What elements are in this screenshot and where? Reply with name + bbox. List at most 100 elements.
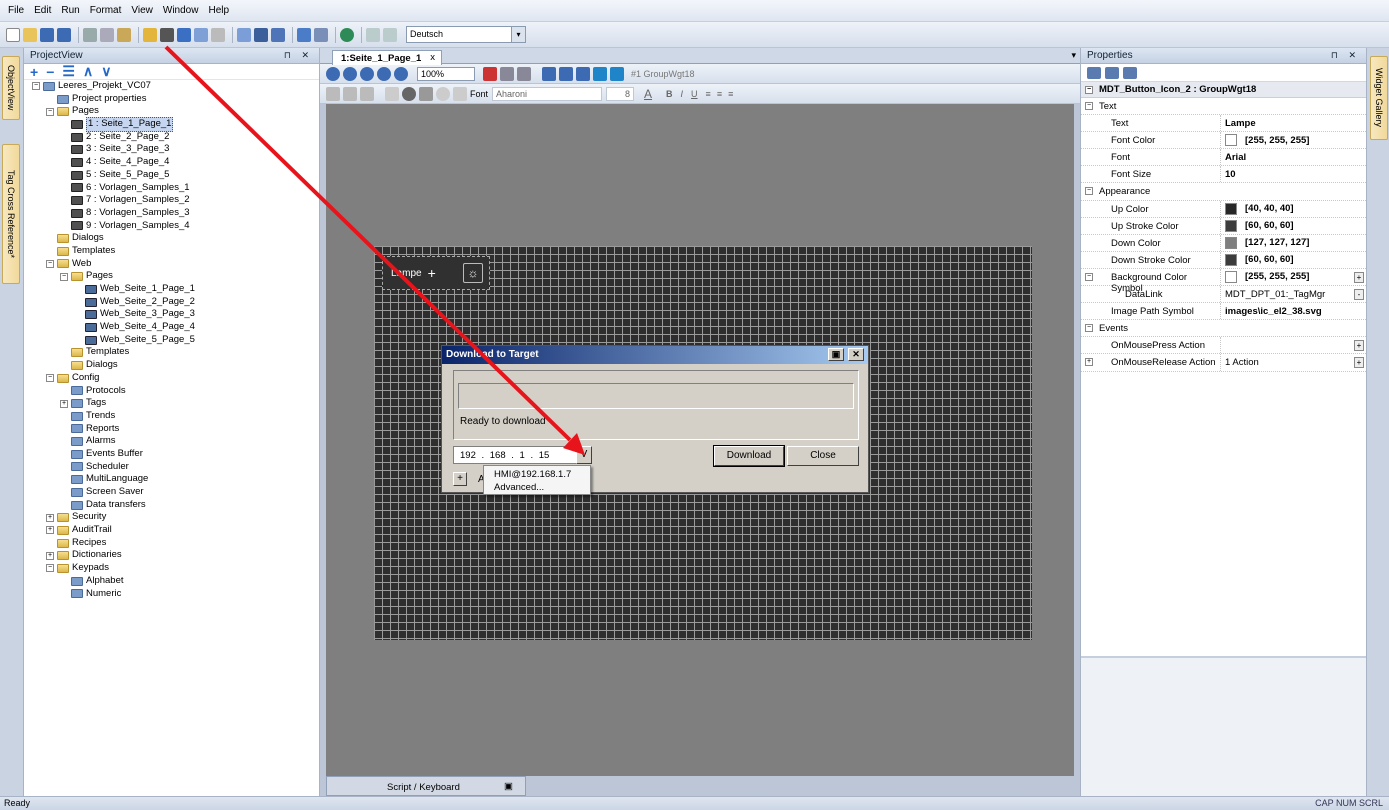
menu-item-hmi-target[interactable]: HMI@192.168.1.7 <box>484 468 590 481</box>
property-row[interactable]: Image Path Symbol images\ic_el2_38.svg <box>1081 303 1366 321</box>
objectview-side-tab[interactable]: ObjectView <box>2 56 20 120</box>
image-icon[interactable] <box>360 86 374 101</box>
no-icon[interactable] <box>436 86 450 101</box>
tree-item[interactable]: Screen Saver <box>24 486 319 499</box>
expand-icon[interactable]: + <box>46 551 54 560</box>
property-value[interactable]: + <box>1221 337 1366 353</box>
tree-item[interactable]: Web_Seite_2_Page_2 <box>24 296 319 309</box>
tree-item[interactable]: + Dictionaries <box>24 549 319 562</box>
collapse-icon[interactable]: − <box>46 564 54 573</box>
property-value[interactable]: [255, 255, 255] + <box>1221 269 1366 285</box>
tree-item[interactable]: Dialogs <box>24 232 319 245</box>
new-file-icon[interactable] <box>6 27 20 42</box>
collapse-icon[interactable]: − <box>32 82 40 91</box>
tree-item[interactable]: + Security <box>24 511 319 524</box>
paste-icon[interactable] <box>117 27 131 42</box>
float-icon[interactable]: ▣ <box>504 781 513 792</box>
tree-item[interactable]: Numeric <box>24 588 319 601</box>
property-value[interactable]: 1 Action + <box>1221 354 1366 370</box>
menu-file[interactable]: File <box>8 5 24 16</box>
property-value[interactable]: Arial <box>1221 149 1366 165</box>
property-value[interactable]: [60, 60, 60] <box>1221 218 1366 234</box>
tree-item[interactable]: Protocols <box>24 385 319 398</box>
tree-item[interactable]: 8 : Vorlagen_Samples_3 <box>24 207 319 220</box>
property-value[interactable]: [255, 255, 255] <box>1221 132 1366 148</box>
download-button[interactable]: Download <box>713 445 785 467</box>
save-icon[interactable] <box>40 27 54 42</box>
expand-icon[interactable]: + <box>60 399 68 408</box>
tree-item[interactable]: Alphabet <box>24 575 319 588</box>
grid-icon[interactable] <box>237 27 251 42</box>
tree-item[interactable]: Templates <box>24 346 319 359</box>
zoom-in-icon[interactable] <box>326 66 340 81</box>
pen-icon[interactable] <box>160 27 174 42</box>
property-action-button[interactable]: - <box>1354 289 1364 301</box>
frame-icon[interactable] <box>326 86 340 101</box>
menu-item-advanced[interactable]: Advanced... <box>484 481 590 494</box>
stop-icon[interactable] <box>211 27 225 42</box>
picture-icon[interactable] <box>419 86 433 101</box>
align-right-icon[interactable]: ≡ <box>728 89 733 99</box>
project-tool-1[interactable]: − <box>46 64 54 80</box>
play-icon[interactable] <box>194 27 208 42</box>
tree-item[interactable]: 3 : Seite_3_Page_3 <box>24 143 319 156</box>
property-row[interactable]: Background Color Symbol − [255, 255, 255] + <box>1081 268 1366 294</box>
property-action-button[interactable]: + <box>1354 271 1364 283</box>
property-row[interactable]: Font Size 10 <box>1081 166 1366 184</box>
chevron-down-icon[interactable]: ▾ <box>511 27 525 42</box>
help-icon[interactable] <box>297 27 311 42</box>
cut-icon[interactable] <box>83 27 97 42</box>
language-select[interactable]: Deutsch ▾ <box>406 26 526 43</box>
close-icon[interactable]: x <box>430 52 435 63</box>
zoom-fit-icon[interactable] <box>360 66 374 81</box>
group-icon[interactable] <box>542 66 556 81</box>
tree-item[interactable]: − Config <box>24 372 319 385</box>
layer-icon[interactable] <box>254 27 268 42</box>
property-value[interactable]: MDT_DPT_01:_TagMgr - <box>1221 286 1366 302</box>
tree-item[interactable]: − Keypads <box>24 562 319 575</box>
widget-gallery-side-tab[interactable]: Widget Gallery <box>1370 56 1388 140</box>
collapse-icon[interactable]: − <box>1085 85 1093 94</box>
open-folder-icon[interactable] <box>23 27 37 42</box>
tab-list-chevron-icon[interactable]: ▾ <box>1071 50 1076 61</box>
events-icon[interactable] <box>1123 66 1137 79</box>
delete-icon[interactable] <box>483 66 497 81</box>
property-category[interactable]: Text − <box>1081 98 1366 116</box>
property-row[interactable]: Up Stroke Color [60, 60, 60] <box>1081 217 1366 235</box>
tree-item[interactable]: Trends <box>24 410 319 423</box>
tree-item[interactable]: Reports <box>24 423 319 436</box>
tree-item[interactable]: 2 : Seite_2_Page_2 <box>24 131 319 144</box>
tree-item[interactable]: − Web <box>24 258 319 271</box>
menu-window[interactable]: Window <box>163 5 199 16</box>
tree-item[interactable]: Alarms <box>24 435 319 448</box>
tree-item[interactable]: Templates <box>24 245 319 258</box>
save-all-icon[interactable] <box>57 27 71 42</box>
send-back-icon[interactable] <box>610 66 624 81</box>
menu-run[interactable]: Run <box>61 5 79 16</box>
align-center-icon[interactable]: ≡ <box>717 89 722 99</box>
italic-icon[interactable]: I <box>681 89 684 99</box>
zoom-window-icon[interactable] <box>394 66 408 81</box>
close-button[interactable]: Close <box>787 446 859 466</box>
property-row[interactable]: Down Color [127, 127, 127] <box>1081 234 1366 252</box>
advanced-expand-button[interactable]: + <box>453 472 467 486</box>
font-size-select[interactable]: 8 <box>606 86 635 101</box>
property-row[interactable]: Font Color [255, 255, 255] <box>1081 132 1366 150</box>
close-icon[interactable]: ✕ <box>848 348 864 361</box>
tree-item[interactable]: Events Buffer <box>24 448 319 461</box>
ip-address-input[interactable]: 192 . 168 . 1 . 15 <box>453 446 577 464</box>
property-row[interactable]: DataLink MDT_DPT_01:_TagMgr - <box>1081 286 1366 304</box>
property-category[interactable]: Appearance − <box>1081 183 1366 201</box>
collapse-icon[interactable]: − <box>1085 187 1093 196</box>
tree-item[interactable]: Web_Seite_1_Page_1 <box>24 283 319 296</box>
menu-format[interactable]: Format <box>90 5 122 16</box>
menu-help[interactable]: Help <box>208 5 229 16</box>
property-value[interactable]: [127, 127, 127] <box>1221 235 1366 251</box>
collapse-icon[interactable]: − <box>46 374 54 383</box>
collapse-icon[interactable]: − <box>60 272 68 281</box>
tree-item[interactable]: 9 : Vorlagen_Samples_4 <box>24 220 319 233</box>
property-action-button[interactable]: + <box>1354 357 1364 369</box>
expand-icon[interactable]: + <box>46 513 54 522</box>
tree-item[interactable]: 6 : Vorlagen_Samples_1 <box>24 182 319 195</box>
copy-icon[interactable] <box>500 66 514 81</box>
